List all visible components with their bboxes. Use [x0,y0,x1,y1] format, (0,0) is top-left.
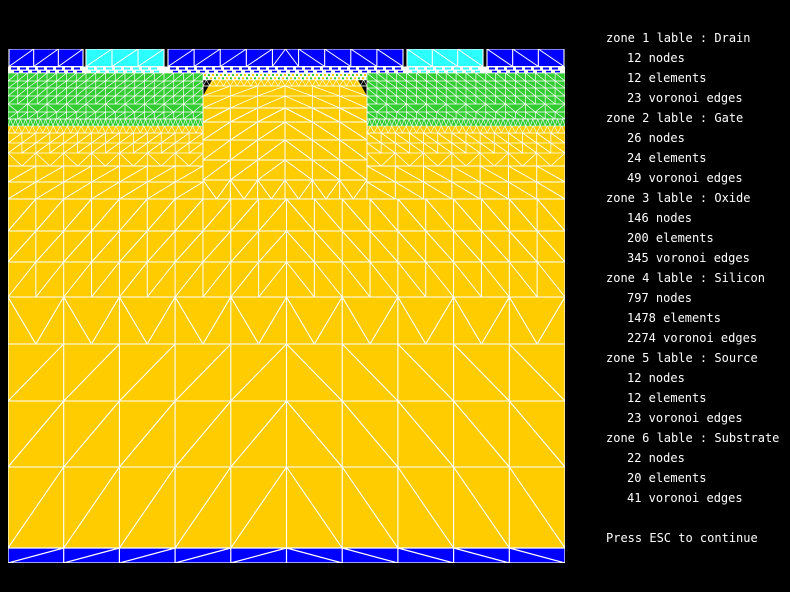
zone-stat: 23 voronoi edges [627,411,743,425]
zone-title-3: zone 3 lable : Oxide [606,191,751,205]
zone-stat: 12 elements [627,391,707,405]
device-mesh-visualization [7,48,566,564]
zone-title-4: zone 4 lable : Silicon [606,271,765,285]
zone-stat: 2274 voronoi edges [627,331,758,345]
zone-stat: 12 nodes [627,51,685,65]
zone-stat: 345 voronoi edges [627,251,750,265]
zone-title-1: zone 1 lable : Drain [606,31,751,45]
zone-stat: 200 elements [627,231,714,245]
zone-title-2: zone 2 lable : Gate [606,111,744,125]
zone-stat: 49 voronoi edges [627,171,743,185]
zone-stat: 41 voronoi edges [627,491,743,505]
zone-stat: 146 nodes [627,211,693,225]
zone-stat: 23 voronoi edges [627,91,743,105]
zone-stat: 22 nodes [627,451,685,465]
zone-stats-panel: zone 1 lable : Drain 12 nodes 12 elements 2… [606,28,779,548]
app-window: { "panel": { "zones": [ {"title": "zone … [0,0,790,592]
zone-stat: 24 elements [627,151,707,165]
zone-stat: 26 nodes [627,131,685,145]
mesh-plot-area [7,48,566,564]
zone-list: zone 1 lable : Drain 12 nodes 12 elements 2… [606,28,779,508]
zone-stat: 12 nodes [627,371,685,385]
zone-stat: 1478 elements [627,311,721,325]
zone-stat: 12 elements [627,71,707,85]
panel-spacer [606,508,779,528]
zone-stat: 20 elements [627,471,707,485]
zone-title-6: zone 6 lable : Substrate [606,431,780,445]
press-esc-hint: Press ESC to continue [606,531,758,545]
zone-title-5: zone 5 lable : Source [606,351,758,365]
zone-stat: 797 nodes [627,291,693,305]
